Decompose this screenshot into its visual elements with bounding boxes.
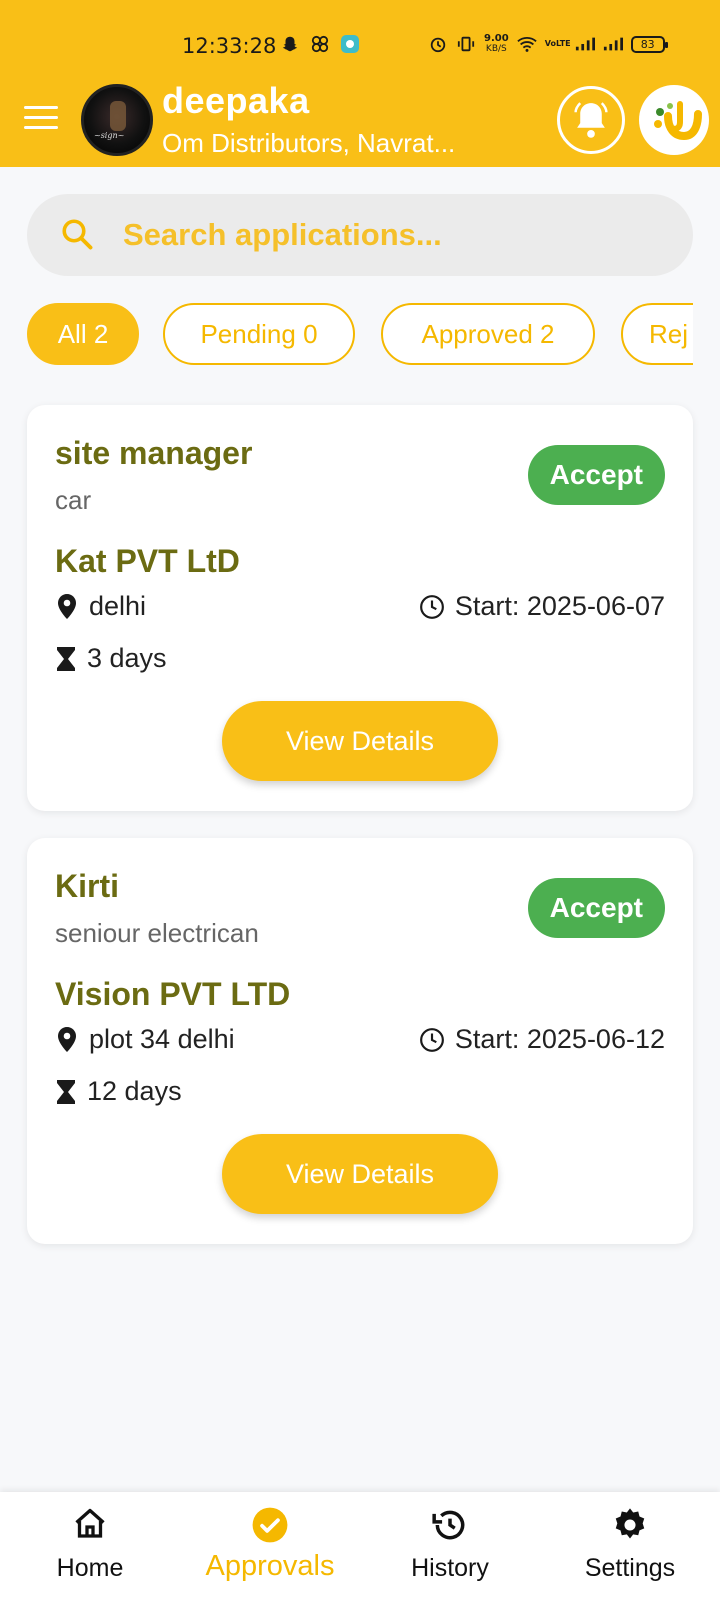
application-subtitle: seniour electrican	[55, 918, 259, 948]
net-speed-unit: KB/S	[485, 44, 507, 54]
location-pin-icon	[58, 1026, 76, 1052]
notification-icons	[280, 34, 360, 54]
battery-icon: 83	[630, 35, 668, 53]
signal-icon-2	[603, 34, 623, 54]
status-bar: 12:33:28 9.00 KB/S VoLTE 83	[0, 30, 720, 62]
view-details-button[interactable]: View Details	[222, 1134, 498, 1214]
duration-text: 12 days	[87, 1076, 182, 1106]
filter-chips: All 2 Pending 0 Approved 2 Rej	[27, 303, 693, 365]
location-text: delhi	[89, 591, 147, 621]
snapchat-icon	[280, 34, 300, 54]
start-date-text: Start: 2025-06-12	[454, 1024, 665, 1054]
location-row: plot 34 delhi	[55, 1024, 235, 1055]
status-badge: Accept	[527, 445, 665, 505]
organization-name: Om Distributors, Navrat...	[162, 128, 456, 158]
brand-logo-icon	[654, 101, 702, 141]
start-date-text: Start: 2025-06-07	[454, 591, 665, 621]
hourglass-icon	[57, 646, 75, 671]
duration-row: 12 days	[55, 1076, 182, 1107]
chat-app-icon	[340, 34, 360, 54]
home-icon	[75, 1508, 105, 1538]
filter-chip-all[interactable]: All 2	[27, 303, 139, 365]
start-date-row: Start: 2025-06-07	[419, 591, 665, 622]
start-date-row: Start: 2025-06-12	[419, 1024, 665, 1055]
vibrate-icon	[456, 34, 476, 54]
application-subtitle: car	[55, 485, 92, 515]
search-icon	[62, 219, 93, 250]
volte-badge: VoLTE	[544, 39, 571, 48]
application-title: Kirti	[55, 868, 119, 904]
app-logo[interactable]	[639, 85, 709, 155]
alarm-icon	[428, 34, 448, 54]
duration-row: 3 days	[55, 643, 167, 674]
history-icon	[432, 1510, 465, 1540]
search-input[interactable]	[123, 212, 663, 258]
nav-history-label: History	[411, 1554, 489, 1582]
filter-chip-approved[interactable]: Approved 2	[381, 303, 595, 365]
view-details-button[interactable]: View Details	[222, 701, 498, 781]
nav-approvals[interactable]: Approvals	[180, 1492, 360, 1600]
system-icons: 9.00 KB/S VoLTE 83	[428, 33, 668, 55]
duration-text: 3 days	[87, 643, 167, 673]
company-name: Vision PVT LTD	[55, 976, 291, 1012]
bottom-navigation: Home Approvals History Settings	[0, 1492, 720, 1600]
clock-icon	[419, 594, 444, 619]
location-row: delhi	[55, 591, 146, 622]
menu-icon[interactable]	[24, 106, 58, 132]
nav-approvals-label: Approvals	[205, 1550, 335, 1582]
status-time: 12:33:28	[182, 34, 277, 58]
filter-chip-rejected[interactable]: Rej	[621, 303, 693, 365]
filter-chip-pending[interactable]: Pending 0	[163, 303, 355, 365]
status-badge: Accept	[527, 878, 665, 938]
search-bar[interactable]	[27, 194, 693, 276]
check-circle-icon	[252, 1507, 288, 1543]
nav-history[interactable]: History	[360, 1492, 540, 1600]
net-speed-value: 9.00	[484, 33, 509, 44]
signal-icon	[575, 34, 595, 54]
location-text: plot 34 delhi	[89, 1024, 235, 1054]
gear-icon	[615, 1508, 645, 1539]
nav-home[interactable]: Home	[0, 1492, 180, 1600]
company-name: Kat PVT LtD	[55, 543, 240, 579]
nav-settings-label: Settings	[584, 1554, 676, 1582]
wifi-icon	[517, 34, 537, 54]
application-title: site manager	[55, 435, 253, 471]
app-header: 12:33:28 9.00 KB/S VoLTE 83 ~sign~ deepa…	[0, 0, 720, 167]
application-card: Kirti seniour electrican Accept Vision P…	[27, 838, 693, 1244]
notifications-button[interactable]	[557, 86, 625, 154]
hourglass-icon	[57, 1079, 75, 1104]
bell-icon	[574, 102, 608, 138]
clock-icon	[419, 1027, 444, 1052]
user-name: deepaka	[162, 80, 310, 121]
pinwheel-icon	[310, 34, 330, 54]
avatar[interactable]: ~sign~	[81, 84, 153, 156]
location-pin-icon	[58, 593, 76, 619]
nav-settings[interactable]: Settings	[540, 1492, 720, 1600]
net-speed: 9.00 KB/S	[484, 33, 509, 55]
nav-home-label: Home	[56, 1554, 124, 1582]
application-card: site manager car Accept Kat PVT LtD delh…	[27, 405, 693, 811]
